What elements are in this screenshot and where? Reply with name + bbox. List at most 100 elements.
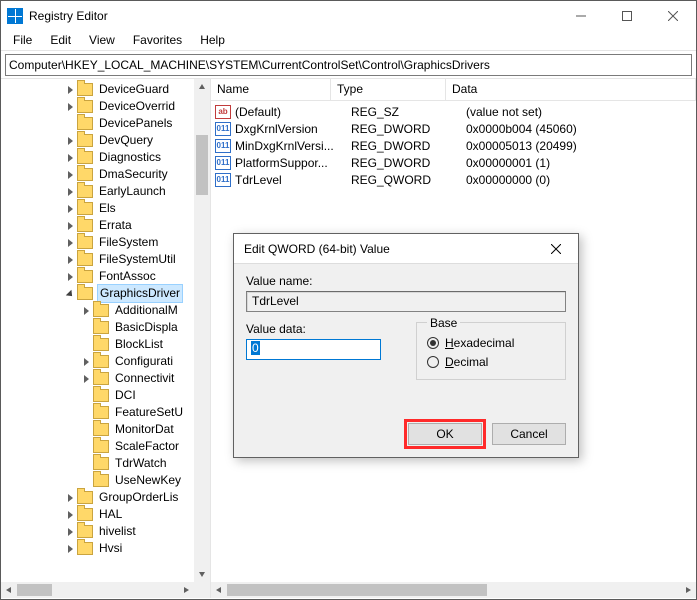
- value-row[interactable]: 011MinDxgKrnlVersi...REG_DWORD0x00005013…: [211, 137, 696, 154]
- list-horizontal-scrollbar[interactable]: [211, 582, 696, 598]
- tree-item[interactable]: FontAssoc: [1, 268, 194, 285]
- minimize-button[interactable]: [558, 1, 604, 31]
- tree-item[interactable]: DeviceOverrid: [1, 98, 194, 115]
- folder-icon: [93, 423, 109, 436]
- tree-item[interactable]: Connectivit: [1, 370, 194, 387]
- chevron-right-icon[interactable]: [79, 358, 93, 366]
- chevron-right-icon[interactable]: [63, 154, 77, 162]
- maximize-button[interactable]: [604, 1, 650, 31]
- column-name[interactable]: Name: [211, 79, 331, 100]
- tree-item[interactable]: BasicDispla: [1, 319, 194, 336]
- value-data-label: Value data:: [246, 322, 400, 336]
- scrollbar-thumb[interactable]: [196, 135, 208, 195]
- tree-item[interactable]: MonitorDat: [1, 421, 194, 438]
- tree-item[interactable]: BlockList: [1, 336, 194, 353]
- menu-file[interactable]: File: [5, 32, 40, 48]
- tree-item[interactable]: Els: [1, 200, 194, 217]
- folder-icon: [93, 304, 109, 317]
- folder-icon: [93, 372, 109, 385]
- chevron-right-icon[interactable]: [63, 511, 77, 519]
- tree-item[interactable]: DeviceGuard: [1, 81, 194, 98]
- scroll-up-icon[interactable]: [194, 79, 210, 95]
- tree-item[interactable]: ScaleFactor: [1, 438, 194, 455]
- value-row[interactable]: 011PlatformSuppor...REG_DWORD0x00000001 …: [211, 154, 696, 171]
- folder-icon: [77, 219, 93, 232]
- tree-item[interactable]: Configurati: [1, 353, 194, 370]
- tree-item[interactable]: TdrWatch: [1, 455, 194, 472]
- tree-item[interactable]: Hvsi: [1, 540, 194, 557]
- tree-item[interactable]: hivelist: [1, 523, 194, 540]
- value-row[interactable]: ab(Default)REG_SZ(value not set): [211, 103, 696, 120]
- chevron-right-icon[interactable]: [63, 137, 77, 145]
- chevron-right-icon[interactable]: [63, 205, 77, 213]
- value-type: REG_QWORD: [351, 173, 466, 187]
- chevron-right-icon[interactable]: [63, 103, 77, 111]
- column-type[interactable]: Type: [331, 79, 446, 100]
- menu-help[interactable]: Help: [192, 32, 233, 48]
- tree-item-label: Configurati: [113, 353, 175, 370]
- tree-vertical-scrollbar[interactable]: [194, 79, 210, 582]
- menu-edit[interactable]: Edit: [42, 32, 79, 48]
- chevron-right-icon[interactable]: [79, 307, 93, 315]
- chevron-right-icon[interactable]: [63, 188, 77, 196]
- tree-item[interactable]: EarlyLaunch: [1, 183, 194, 200]
- tree-item[interactable]: Errata: [1, 217, 194, 234]
- chevron-right-icon[interactable]: [63, 273, 77, 281]
- dialog-title-bar[interactable]: Edit QWORD (64-bit) Value: [234, 234, 578, 264]
- tree-item[interactable]: GraphicsDriver: [1, 285, 194, 302]
- scroll-right-icon[interactable]: [178, 582, 194, 598]
- tree-item[interactable]: DevQuery: [1, 132, 194, 149]
- dialog-close-button[interactable]: [533, 234, 578, 263]
- chevron-right-icon[interactable]: [63, 256, 77, 264]
- ok-button[interactable]: OK: [408, 423, 482, 445]
- value-row[interactable]: 011TdrLevelREG_QWORD0x00000000 (0): [211, 171, 696, 188]
- scroll-left-icon[interactable]: [211, 582, 227, 598]
- values-list[interactable]: ab(Default)REG_SZ(value not set)011DxgKr…: [211, 101, 696, 188]
- tree-item[interactable]: DmaSecurity: [1, 166, 194, 183]
- cancel-button[interactable]: Cancel: [492, 423, 566, 445]
- menu-view[interactable]: View: [81, 32, 123, 48]
- tree-pane: DeviceGuardDeviceOverridDevicePanelsDevQ…: [1, 79, 211, 598]
- folder-icon: [93, 321, 109, 334]
- tree-item[interactable]: DevicePanels: [1, 115, 194, 132]
- scroll-left-icon[interactable]: [1, 582, 17, 598]
- radio-hexadecimal[interactable]: Hexadecimal: [427, 333, 555, 352]
- tree-item[interactable]: AdditionalM: [1, 302, 194, 319]
- value-data-field[interactable]: 0: [246, 339, 381, 360]
- address-text: Computer\HKEY_LOCAL_MACHINE\SYSTEM\Curre…: [9, 58, 490, 72]
- chevron-right-icon[interactable]: [63, 239, 77, 247]
- chevron-down-icon[interactable]: [63, 290, 77, 298]
- value-name-label: Value name:: [246, 274, 566, 288]
- registry-tree[interactable]: DeviceGuardDeviceOverridDevicePanelsDevQ…: [1, 79, 194, 557]
- chevron-right-icon[interactable]: [63, 222, 77, 230]
- value-row[interactable]: 011DxgKrnlVersionREG_DWORD0x0000b004 (45…: [211, 120, 696, 137]
- folder-icon: [77, 508, 93, 521]
- radio-decimal[interactable]: Decimal: [427, 352, 555, 371]
- column-data[interactable]: Data: [446, 79, 696, 100]
- tree-item[interactable]: DCI: [1, 387, 194, 404]
- tree-item[interactable]: FileSystem: [1, 234, 194, 251]
- scrollbar-thumb[interactable]: [17, 584, 52, 596]
- chevron-right-icon[interactable]: [63, 545, 77, 553]
- chevron-right-icon[interactable]: [63, 171, 77, 179]
- tree-item[interactable]: HAL: [1, 506, 194, 523]
- scroll-right-icon[interactable]: [680, 582, 696, 598]
- tree-horizontal-scrollbar[interactable]: [1, 582, 194, 598]
- tree-item[interactable]: GroupOrderLis: [1, 489, 194, 506]
- tree-item[interactable]: FeatureSetU: [1, 404, 194, 421]
- menu-favorites[interactable]: Favorites: [125, 32, 190, 48]
- close-button[interactable]: [650, 1, 696, 31]
- scroll-down-icon[interactable]: [194, 566, 210, 582]
- value-name-field[interactable]: TdrLevel: [246, 291, 566, 312]
- tree-item[interactable]: UseNewKey: [1, 472, 194, 489]
- chevron-right-icon[interactable]: [63, 528, 77, 536]
- address-bar[interactable]: Computer\HKEY_LOCAL_MACHINE\SYSTEM\Curre…: [5, 54, 692, 76]
- folder-icon: [77, 236, 93, 249]
- chevron-right-icon[interactable]: [63, 494, 77, 502]
- scrollbar-thumb[interactable]: [227, 584, 487, 596]
- tree-item[interactable]: Diagnostics: [1, 149, 194, 166]
- tree-item[interactable]: FileSystemUtil: [1, 251, 194, 268]
- chevron-right-icon[interactable]: [63, 86, 77, 94]
- tree-item-label: ScaleFactor: [113, 438, 181, 455]
- chevron-right-icon[interactable]: [79, 375, 93, 383]
